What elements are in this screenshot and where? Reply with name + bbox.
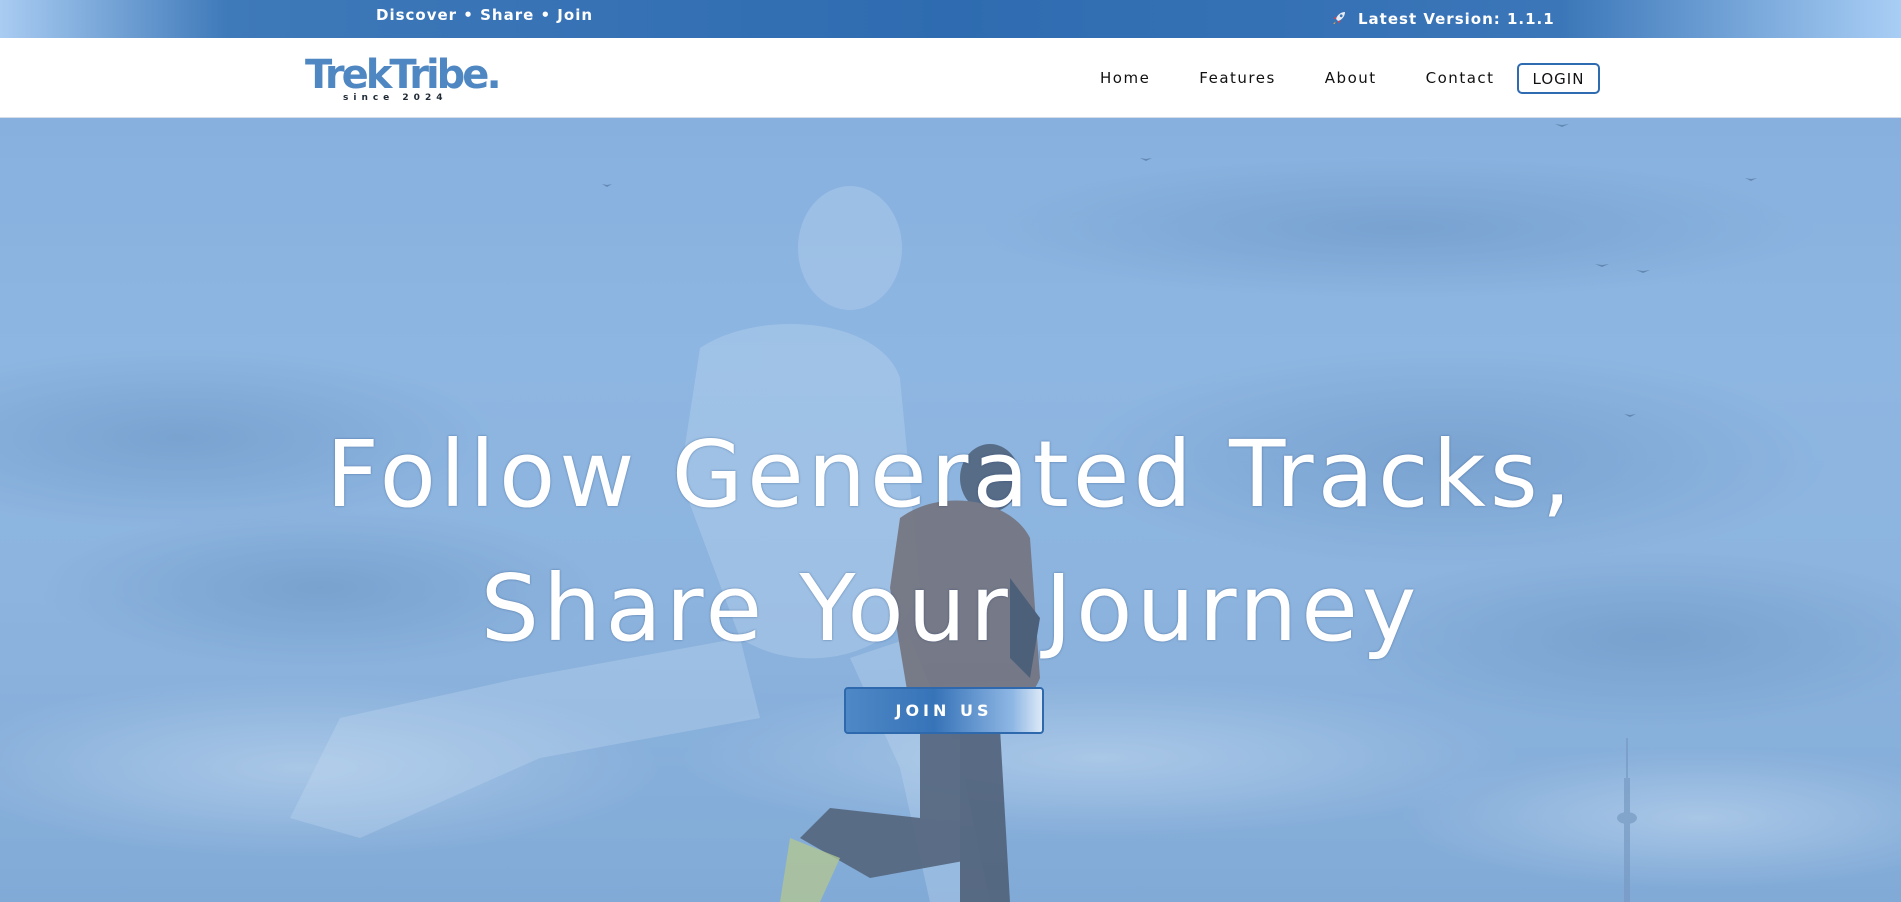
announcement-bar: Discover • Share • Join Latest Version: … bbox=[0, 0, 1901, 38]
nav-menu: Home Features About Contact bbox=[1100, 38, 1495, 118]
rocket-icon bbox=[1330, 7, 1348, 25]
version-label: Latest Version: 1.1.1 bbox=[1358, 9, 1555, 28]
tagline: Discover • Share • Join bbox=[376, 6, 594, 24]
hero-section: Follow Generated Tracks, Share Your Jour… bbox=[0, 118, 1901, 902]
hero-title-line-1: Follow Generated Tracks, bbox=[325, 421, 1576, 528]
nav-link-about[interactable]: About bbox=[1325, 69, 1377, 87]
nav-link-contact[interactable]: Contact bbox=[1426, 69, 1495, 87]
join-us-button[interactable]: JOIN US bbox=[844, 687, 1044, 734]
navbar: TrekTribe. since 2024 Home Features Abou… bbox=[0, 38, 1901, 118]
hero-title: Follow Generated Tracks, Share Your Jour… bbox=[0, 408, 1901, 676]
logo-text: TrekTribe. bbox=[305, 52, 502, 98]
hero-title-line-2: Share Your Journey bbox=[480, 555, 1421, 662]
logo[interactable]: TrekTribe. since 2024 bbox=[305, 52, 502, 108]
nav-link-home[interactable]: Home bbox=[1100, 69, 1150, 87]
nav-link-features[interactable]: Features bbox=[1199, 69, 1276, 87]
version-info: Latest Version: 1.1.1 bbox=[1330, 0, 1555, 38]
logo-subtext: since 2024 bbox=[343, 93, 448, 103]
login-button[interactable]: LOGIN bbox=[1517, 63, 1600, 94]
